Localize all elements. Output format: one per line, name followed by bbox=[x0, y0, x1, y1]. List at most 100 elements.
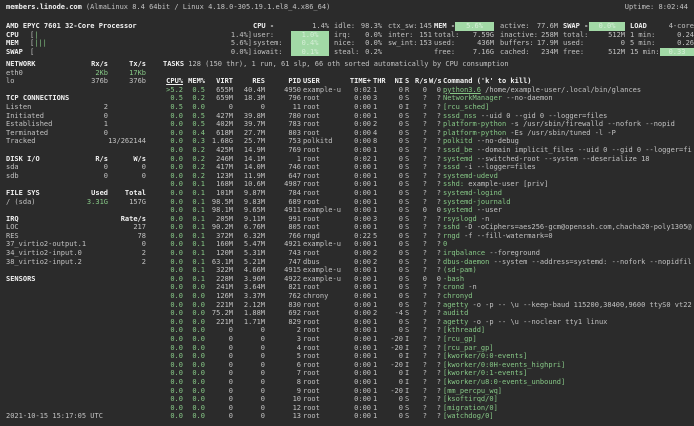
cell-thr: 1 bbox=[373, 266, 387, 275]
row-value-2: 2 bbox=[109, 249, 146, 258]
tasks-sort-note: sorted automatically by CPU consumption bbox=[344, 60, 508, 68]
cell-time: 0:00 bbox=[345, 240, 371, 249]
cell-mem: 0.0 bbox=[185, 335, 205, 344]
cell-mem: 0.1 bbox=[185, 258, 205, 267]
command-name: 0 bbox=[443, 240, 447, 248]
cell-rs: ? bbox=[415, 395, 427, 404]
stat-value: 1.4% bbox=[291, 22, 329, 31]
cell-rs: ? bbox=[415, 223, 427, 232]
column-header-user: USER bbox=[303, 77, 343, 86]
stat-value: 0.33 bbox=[660, 48, 694, 57]
row-value-2: 0 bbox=[108, 163, 146, 172]
sidebar-section-sensors: SENSORS bbox=[6, 275, 146, 284]
cell-time: 0:00 bbox=[345, 369, 371, 378]
sidebar-row-37-virtio2-output-1: 37_virtio2-output.10 bbox=[6, 240, 146, 249]
cell-cpu: 0.0 bbox=[163, 335, 183, 344]
cell-user: root bbox=[303, 94, 343, 103]
command-name: crond bbox=[443, 283, 464, 291]
cell-command: [mm_percpu_wq] bbox=[443, 387, 692, 396]
cell-virt: 160M bbox=[207, 240, 233, 249]
cell-pid: 803 bbox=[267, 129, 301, 138]
row-value-1 bbox=[80, 232, 108, 241]
cell-time: 0:00 bbox=[345, 120, 371, 129]
command-name: [mm_percpu_wq] bbox=[443, 387, 502, 395]
cell-rs: ? bbox=[415, 112, 427, 121]
cell-pid: 9 bbox=[267, 387, 301, 396]
cell-ni: 0 bbox=[389, 120, 403, 129]
cell-res: 9.11M bbox=[235, 215, 265, 224]
stat-label: inactive: bbox=[500, 31, 538, 40]
stat-value: 5.6% bbox=[455, 22, 494, 31]
row-value-2: 157G bbox=[108, 198, 146, 207]
cell-time: 0:00 bbox=[345, 189, 371, 198]
footer-timestamp: 2021-10-15 15:17:05 UTC bbox=[6, 412, 103, 421]
cell-pid: 753 bbox=[267, 137, 301, 146]
cell-command: irqbalance --foreground bbox=[443, 249, 692, 258]
cell-ws: ? bbox=[429, 395, 441, 404]
cell-res: 40.4M bbox=[235, 86, 265, 95]
row-name: 34_virtio2-input.0 bbox=[6, 249, 82, 258]
cell-thr: 1 bbox=[373, 180, 387, 189]
column-header-w-s: W/s bbox=[429, 77, 441, 86]
section-col1-header: Rx/s bbox=[80, 60, 108, 69]
cell-ni: 0 bbox=[389, 198, 403, 207]
stat-label: 15 min: bbox=[630, 48, 660, 57]
section-col1-header bbox=[80, 94, 108, 103]
cell-thr: 1 bbox=[373, 198, 387, 207]
section-col2-header: Rate/s bbox=[108, 215, 146, 224]
stat-row-used: used:0 bbox=[563, 39, 625, 48]
cell-user: example-u bbox=[303, 275, 343, 284]
stat-value: 0.0% bbox=[360, 39, 382, 48]
cell-cpu: 0.0 bbox=[163, 249, 183, 258]
row-name: 37_virtio2-output.1 bbox=[6, 240, 86, 249]
cell-s: I bbox=[405, 361, 413, 370]
cell-pid: 1 bbox=[267, 155, 301, 164]
cell-thr: 1 bbox=[373, 387, 387, 396]
command-args: /home/example-user/.local/bin/glances bbox=[481, 86, 641, 94]
cell-cpu: 0.0 bbox=[163, 309, 183, 318]
stat-value: 0.24 bbox=[660, 31, 694, 40]
command-name: [kworker/0:0-events] bbox=[443, 352, 527, 360]
quicklook-meter-mem: MEM[|||5.6%] bbox=[6, 39, 252, 48]
row-value-2: 13/262144 bbox=[108, 137, 146, 146]
cell-command: agetty -o -p -- \u --noclear tty1 linux bbox=[443, 318, 692, 327]
cell-user: example-u bbox=[303, 206, 343, 215]
stat-value: 7.59G bbox=[459, 31, 494, 40]
cell-rs: ? bbox=[415, 198, 427, 207]
cell-virt: 0 bbox=[207, 352, 233, 361]
cell-time: 0:00 bbox=[345, 215, 371, 224]
cell-command: chronyd bbox=[443, 292, 692, 301]
stat-value: 0.2% bbox=[360, 48, 382, 57]
cell-cpu: 0.0 bbox=[163, 198, 183, 207]
stat-row-cached: cached:234M bbox=[500, 48, 558, 57]
process-row-803: 0.00.4618M27.7M803root0:0040S??platform-… bbox=[163, 129, 694, 138]
cell-res: 5.47M bbox=[235, 240, 265, 249]
cell-thr: 1 bbox=[373, 163, 387, 172]
cell-user: example-u bbox=[303, 86, 343, 95]
cell-mem: 0.0 bbox=[185, 369, 205, 378]
cell-user: root bbox=[303, 369, 343, 378]
cell-thr: 2 bbox=[373, 309, 387, 318]
cell-ws: ? bbox=[429, 266, 441, 275]
cell-ws: ? bbox=[429, 180, 441, 189]
cell-time: 0:00 bbox=[345, 395, 371, 404]
cell-thr: 1 bbox=[373, 318, 387, 327]
sidebar-row-lo: lo376b376b bbox=[6, 77, 146, 86]
cell-time: 0:00 bbox=[345, 309, 371, 318]
command-name: rngd bbox=[443, 232, 460, 240]
cell-res: 14.0M bbox=[235, 163, 265, 172]
mem-stats-block: MEM -5.6%total:7.59Gused:436Mfree:7.16G bbox=[434, 22, 494, 56]
cell-virt: 0 bbox=[207, 103, 233, 112]
cell-mem: 0.0 bbox=[185, 318, 205, 327]
cell-virt: 241M bbox=[207, 283, 233, 292]
cell-s: S bbox=[405, 301, 413, 310]
process-row-769: 0.00.2425M14.9M769root0:0010S??sssd_be -… bbox=[163, 146, 694, 155]
glances-terminal[interactable]: members.linode.com (AlmaLinux 8.4 64bit … bbox=[0, 0, 694, 426]
cell-ws: ? bbox=[429, 94, 441, 103]
cell-command: [kthreadd] bbox=[443, 326, 692, 335]
cell-ni: 0 bbox=[389, 240, 403, 249]
cell-ws: ? bbox=[429, 283, 441, 292]
cell-rs: ? bbox=[415, 249, 427, 258]
stat-value: 258M bbox=[538, 31, 558, 40]
command-args: --domain implicit_files --uid 0 --gid 0 … bbox=[473, 146, 692, 154]
